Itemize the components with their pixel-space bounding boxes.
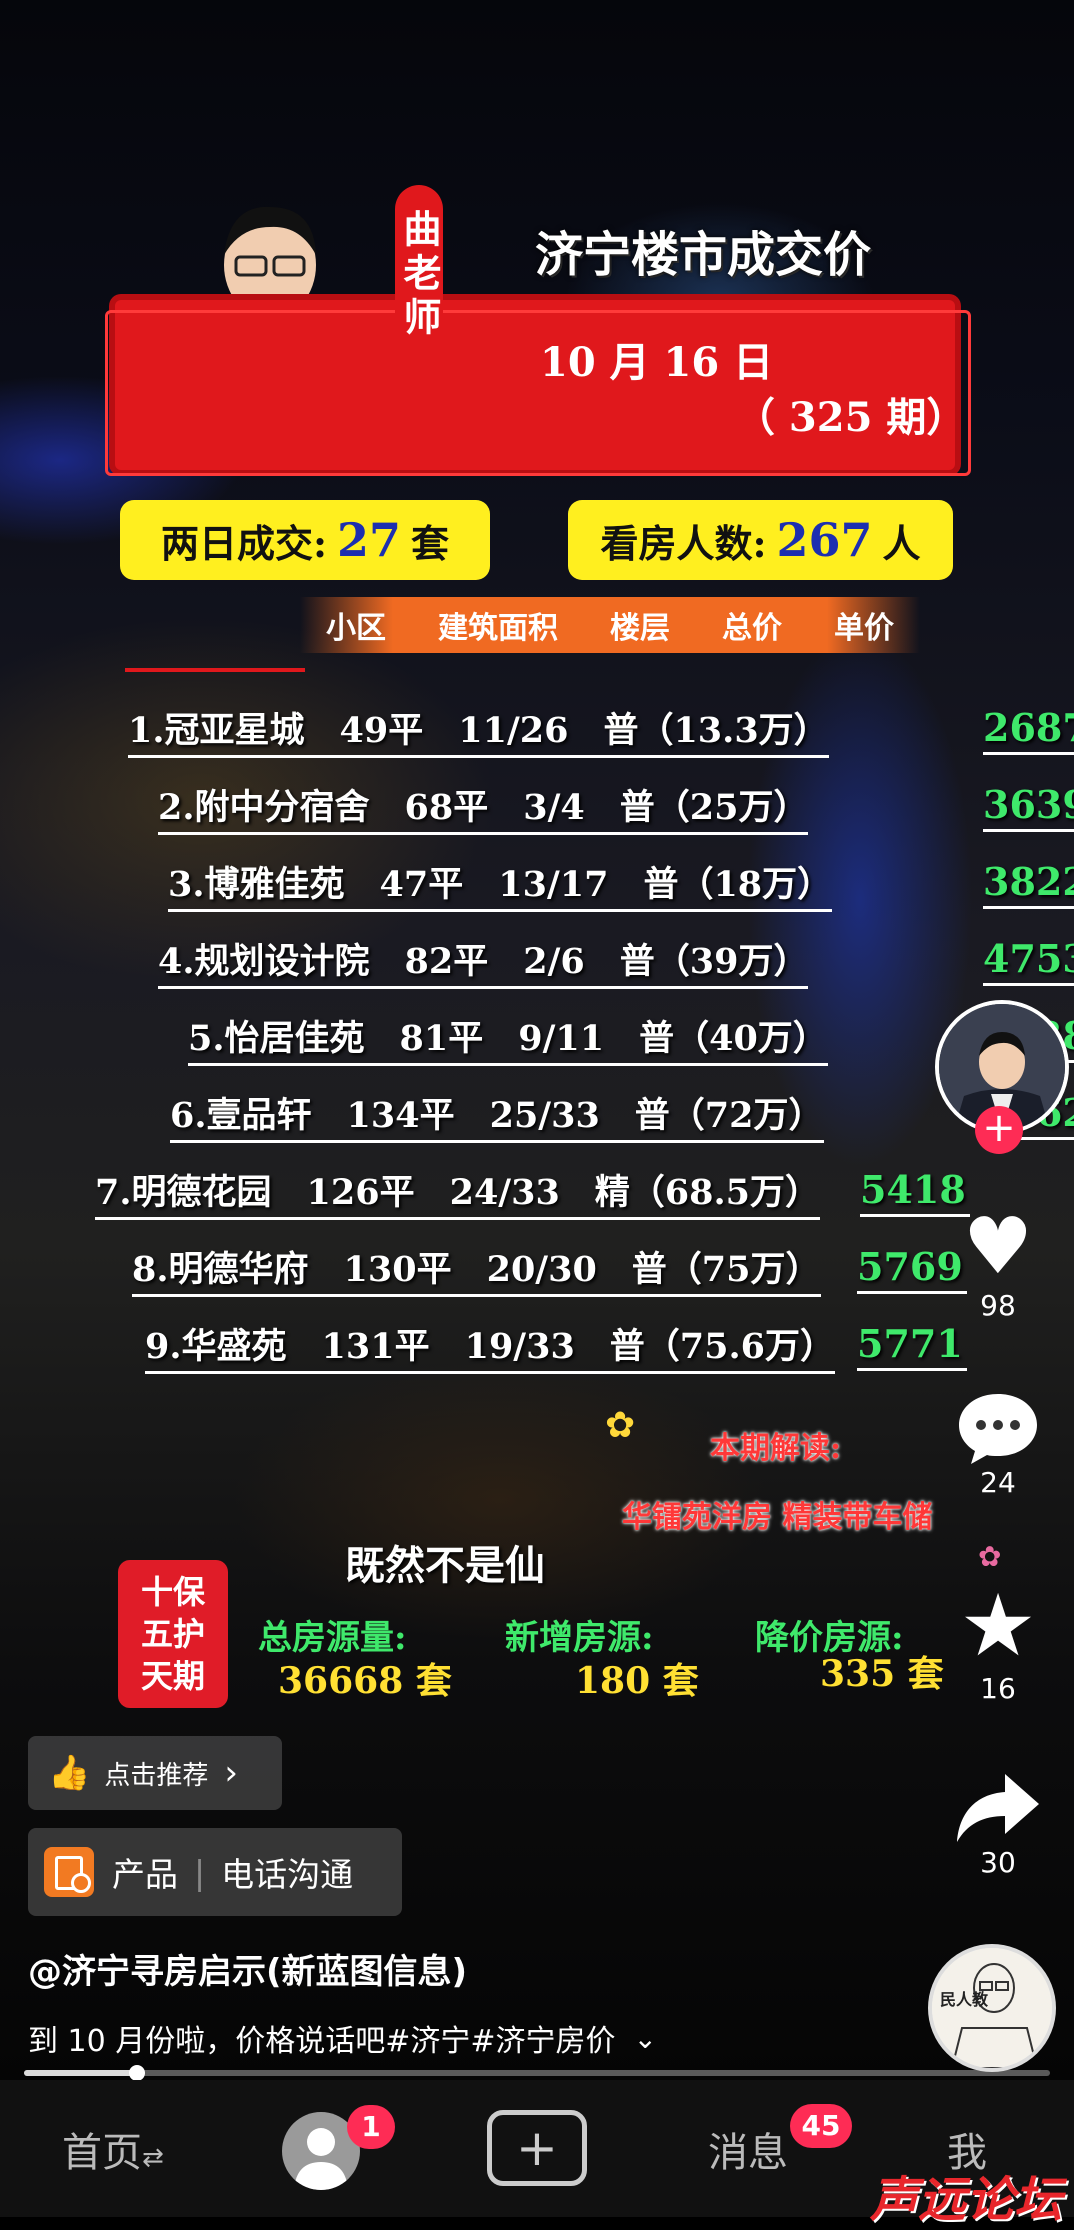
like-count: 98 — [980, 1289, 1016, 1322]
viewers-unit: 人 — [882, 520, 921, 566]
messages-badge: 45 — [790, 2104, 852, 2148]
stat-new-value: 180 套 — [575, 1660, 699, 1702]
favorite-count: 16 — [980, 1672, 1016, 1705]
row-text: 8.明德华府 130平 20/30 普（75万） — [132, 1241, 821, 1297]
table-row: 4.规划设计院 82平 2/6 普（39万） 4753 — [158, 931, 1074, 991]
row-price: 3822 — [983, 859, 1074, 909]
row-text: 7.明德花园 126平 24/33 精（68.5万） — [95, 1164, 821, 1220]
description-text: 到 10 月份啦，价格说话吧#济宁#济宁房价 — [28, 2024, 616, 2059]
heart-icon: ♥ — [963, 1202, 1033, 1292]
recommend-button[interactable]: 👍 点击推荐 › — [28, 1736, 282, 1810]
row-text: 3.博雅佳苑 47平 13/17 普（18万） — [168, 856, 833, 912]
comment-count: 24 — [980, 1466, 1016, 1499]
table-row: 1.冠亚星城 49平 11/26 普（13.3万） 2687 — [128, 700, 1074, 760]
viewers-label: 看房人数: — [600, 520, 767, 566]
chevron-down-icon[interactable]: ⌄ — [634, 2022, 657, 2055]
row-text: 2.附中分宿舍 68平 3/4 普（25万） — [158, 779, 809, 835]
interpretation-title: 本期解读: — [710, 1431, 842, 1466]
friends-badge: 1 — [347, 2105, 395, 2149]
star-icon: ★ — [959, 1576, 1037, 1676]
table-row: 2.附中分宿舍 68平 3/4 普（25万） 3639 — [158, 777, 1074, 837]
follow-button[interactable]: + — [975, 1106, 1023, 1154]
progress-bar[interactable] — [24, 2065, 1050, 2081]
chevron-right-icon: › — [224, 1753, 238, 1793]
stat-total-value: 36668 套 — [278, 1660, 452, 1702]
nav-home[interactable]: 首页⇄ — [62, 2120, 164, 2178]
comment-icon — [959, 1394, 1037, 1464]
row-text: 9.华盛苑 131平 19/33 普（75.6万） — [145, 1318, 836, 1374]
guarantee-badge: 十保 五护 天期 — [118, 1560, 228, 1708]
table-row: 3.博雅佳苑 47平 13/17 普（18万） 3822 — [168, 854, 1074, 914]
phone-label[interactable]: 电话沟通 — [221, 1848, 353, 1896]
row-price: 5771 — [857, 1321, 967, 1371]
row-text: 1.冠亚星城 49平 11/26 普（13.3万） — [128, 702, 829, 758]
deals-box: 两日成交: 27 套 — [120, 500, 490, 580]
teacher-tag: 曲老师 — [395, 185, 443, 365]
product-label: 产品 — [112, 1855, 178, 1894]
site-watermark: 声远论坛 — [870, 2172, 1063, 2228]
nav-messages[interactable]: 消息 — [708, 2120, 788, 2178]
favorite-button[interactable]: ★ 16 — [950, 1580, 1046, 1705]
row-price: 2687 — [983, 705, 1074, 755]
header-cell: 总价 — [722, 611, 782, 646]
video-description[interactable]: 到 10 月份啦，价格说话吧#济宁#济宁房价 ⌄ — [28, 2016, 657, 2060]
header-cell: 单价 — [834, 611, 894, 646]
guarantee-line: 五护 — [140, 1615, 205, 1653]
table-row: 7.明德花园 126平 24/33 精（68.5万） 5418 — [95, 1162, 970, 1222]
share-count: 30 — [980, 1846, 1016, 1879]
progress-fill — [24, 2070, 137, 2076]
thumbs-up-icon: 👍 — [48, 1753, 91, 1793]
music-text: 民人教 — [940, 1990, 989, 2009]
row-price: 4753 — [983, 936, 1074, 986]
product-icon — [44, 1847, 94, 1897]
progress-handle[interactable] — [128, 2065, 145, 2081]
flower-icon: ✿ — [605, 1405, 636, 1446]
row-price: 3639 — [983, 782, 1074, 832]
recommend-label: 点击推荐 — [104, 1760, 209, 1791]
table-row: 6.壹品轩 134平 25/33 普（72万） 5362 — [170, 1085, 1074, 1145]
like-button[interactable]: ♥ 98 — [950, 1205, 1046, 1322]
table-row: 8.明德华府 130平 20/30 普（75万） 5769 — [132, 1239, 968, 1299]
row-text: 5.怡居佳苑 81平 9/11 普（40万） — [188, 1010, 828, 1066]
deals-unit: 套 — [411, 520, 450, 566]
flower-icon: ✿ — [978, 1540, 1002, 1573]
author-name[interactable]: @济宁寻房启示(新蓝图信息) — [28, 1944, 467, 1993]
header-cell: 小区 — [326, 611, 386, 646]
header-cell: 建筑面积 — [438, 611, 558, 646]
viewers-value: 267 — [776, 513, 873, 567]
viewers-box: 看房人数: 267 人 — [568, 500, 953, 580]
plus-icon: + — [516, 2119, 558, 2177]
deals-value: 27 — [337, 513, 402, 567]
guarantee-line: 十保 — [140, 1573, 205, 1611]
interpretation-text: 华镭苑洋房 精装带车储 — [622, 1500, 933, 1535]
share-icon — [957, 1774, 1039, 1842]
table-row: 9.华盛苑 131平 19/33 普（75.6万） 5771 — [145, 1316, 968, 1376]
guarantee-line: 天期 — [140, 1657, 205, 1695]
share-button[interactable]: 30 — [950, 1770, 1046, 1879]
poster-title: 济宁楼市成交价 — [535, 227, 872, 283]
row-text: 4.规划设计院 82平 2/6 普（39万） — [158, 933, 809, 989]
row-text: 6.壹品轩 134平 25/33 普（72万） — [170, 1087, 824, 1143]
nav-home-label: 首页 — [62, 2130, 142, 2176]
poster-issue: （ 325 期） — [735, 394, 967, 441]
switch-icon: ⇄ — [142, 2143, 164, 2173]
video-subtitle: 既然不是仙 — [345, 1542, 545, 1589]
table-row: 5.怡居佳苑 81平 9/11 普（40万） 4938 — [188, 1008, 1074, 1068]
poster-date: 10 月 16 日 — [540, 339, 774, 386]
stat-reduced-value: 335 套 — [820, 1653, 944, 1695]
create-button[interactable]: + — [487, 2110, 587, 2186]
product-card[interactable]: 产品 | 电话沟通 — [28, 1828, 402, 1916]
deals-label: 两日成交: — [160, 520, 327, 566]
divider: | — [194, 1852, 206, 1892]
header-cell: 楼层 — [610, 611, 670, 646]
table-header: 小区 建筑面积 楼层 总价 单价 — [300, 597, 920, 653]
music-disc[interactable]: 民人教 — [928, 1944, 1056, 2072]
divider — [125, 668, 305, 672]
comment-button[interactable]: 24 — [950, 1390, 1046, 1499]
